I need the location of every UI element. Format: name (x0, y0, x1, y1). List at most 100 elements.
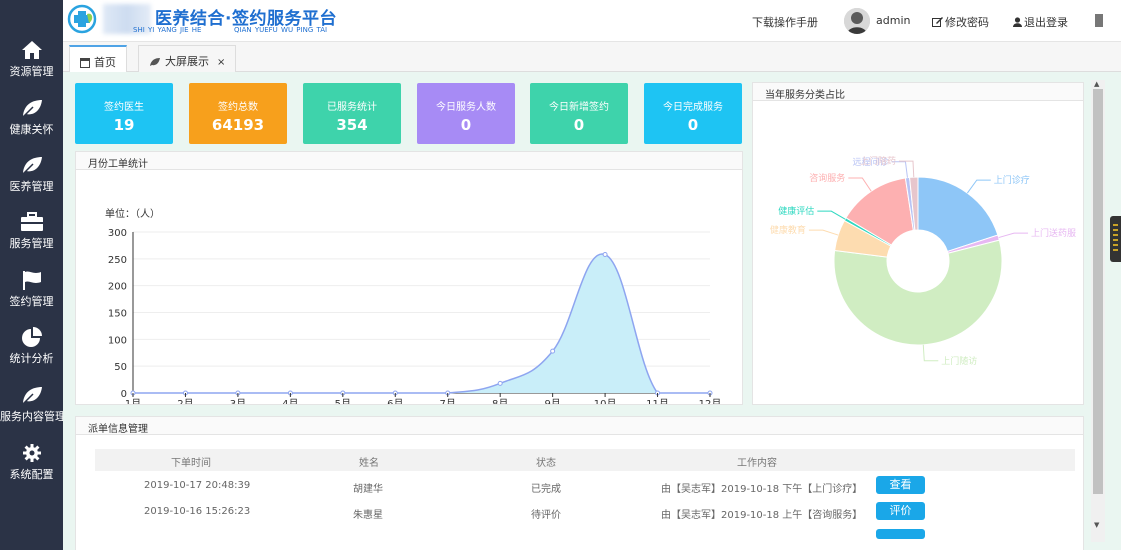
pie-label-line (817, 210, 846, 220)
patient-name: 朱惠星 (353, 510, 383, 521)
panel-title: 派单信息管理 (76, 417, 1083, 435)
flag-icon (22, 271, 41, 290)
x-tick-label: 4月 (282, 398, 298, 404)
pie-label: 咨询服务 (809, 172, 845, 184)
y-tick-label: 50 (114, 362, 127, 373)
data-point (550, 348, 556, 354)
stat-value: 64193 (211, 116, 265, 134)
sidebar-item-health-care[interactable]: 健康关怀 (0, 98, 63, 154)
sidebar-item-service[interactable]: 服务管理 (0, 212, 63, 268)
download-manual-link[interactable]: 下载操作手册 (752, 14, 818, 30)
x-tick-label: 5月 (335, 398, 351, 404)
row-action-button[interactable] (876, 529, 925, 539)
edit-icon (932, 17, 943, 27)
sidebar-item-system[interactable]: 系统配置 (0, 443, 63, 499)
panel-title: 月份工单统计 (76, 152, 742, 170)
pie-label-line (922, 344, 939, 362)
stat-card-today-served: 今日服务人数 0 (417, 83, 515, 144)
change-password-link[interactable]: 修改密码 (932, 14, 989, 30)
top-header: 医养结合·签约服务平台 SHI YI YANG JIE HE QIAN YUEF… (63, 0, 1121, 42)
order-status: 待评价 (531, 510, 561, 521)
close-icon[interactable]: × (217, 57, 225, 68)
monthly-orders-panel: 月份工单统计 单位：（人） 050100150200250300 1月2月3月4… (75, 151, 743, 410)
x-tick-label: 12月 (699, 398, 722, 404)
stat-value: 0 (687, 116, 699, 134)
order-status: 已完成 (531, 484, 561, 495)
x-tick-label: 11月 (646, 398, 669, 404)
stat-card-today-new-contracts: 今日新增签约 0 (530, 83, 628, 144)
order-time: 2019-10-17 20:48:39 (144, 480, 251, 491)
pie-label-line (848, 177, 872, 192)
y-tick-label: 250 (108, 255, 127, 266)
rate-button[interactable]: 评价 (876, 502, 925, 520)
x-tick-label: 3月 (230, 398, 246, 404)
user-avatar-icon (844, 8, 870, 34)
stat-title: 今日新增签约 (549, 102, 609, 113)
x-tick-label: 7月 (440, 398, 456, 404)
sidebar-item-label: 资源管理 (9, 65, 54, 78)
x-tick-label: 6月 (387, 398, 403, 404)
window-icon (80, 58, 90, 68)
tab-label: 首页 (94, 56, 116, 69)
pie-label: 健康教育 (770, 224, 806, 236)
stat-card-doctors: 签约医生 19 (75, 83, 173, 144)
stat-value: 0 (460, 116, 472, 134)
stat-value: 19 (113, 116, 135, 134)
chart-unit-label: 单位：（人） (105, 207, 160, 220)
data-point (602, 252, 608, 258)
avatar[interactable] (844, 8, 870, 34)
sidebar-item-contract[interactable]: 签约管理 (0, 270, 63, 326)
tab-big-screen[interactable]: 大屏展示 × (138, 45, 237, 72)
stat-title: 今日完成服务 (663, 102, 723, 113)
stat-title: 今日服务人数 (436, 102, 496, 113)
x-tick-label: 8月 (492, 398, 508, 404)
sidebar: 资源管理 健康关怀 医养管理 服务管理 签约管理 统计分析 服务内容管理 系统配… (0, 0, 66, 550)
column-header: 状态 (536, 458, 556, 469)
sidebar-item-label: 服务管理 (9, 237, 54, 250)
logo-icon (67, 4, 97, 34)
work-content: 由【吴志军】2019-10-18 上午【咨询服务】 (661, 510, 863, 521)
sidebar-item-label: 服务内容管理 (0, 410, 66, 423)
side-panel-handle[interactable] (1110, 216, 1121, 262)
x-tick-label: 2月 (177, 398, 193, 404)
scroll-down-icon[interactable]: ▼ (1094, 521, 1099, 529)
tab-label: 大屏展示 (165, 55, 209, 68)
tab-home[interactable]: 首页 (69, 45, 127, 73)
scroll-up-icon[interactable]: ▲ (1094, 80, 1099, 88)
stat-value: 0 (573, 116, 585, 134)
pie-chart-icon (21, 327, 42, 347)
panel-title: 当年服务分类占比 (753, 83, 1083, 101)
scrollbar-thumb[interactable] (1093, 89, 1103, 494)
sidebar-item-medical-care[interactable]: 医养管理 (0, 155, 63, 211)
pie-label-line (966, 179, 991, 194)
y-tick-label: 200 (108, 282, 127, 293)
pie-label: 上门随访 (941, 355, 977, 367)
volume-icon[interactable] (1095, 14, 1103, 27)
gear-icon (22, 444, 41, 462)
service-category-pie: 上门诊疗上门送药服上门随访健康教育健康评估咨询服务远程问诊上门陪药 (770, 155, 1076, 367)
column-header: 工作内容 (737, 458, 777, 469)
pie-label-line (808, 229, 839, 236)
column-header: 姓名 (359, 458, 379, 469)
stat-card-today-completed: 今日完成服务 0 (644, 83, 742, 144)
table-header (95, 449, 1075, 471)
sidebar-item-service-content[interactable]: 服务内容管理 (0, 385, 66, 441)
leaf-icon (21, 157, 42, 175)
sidebar-item-statistics[interactable]: 统计分析 (0, 327, 63, 383)
x-tick-label: 10月 (594, 398, 617, 404)
order-time: 2019-10-16 15:26:23 (144, 506, 251, 517)
main-content: 签约医生 19 签约总数 64193 已服务统计 354 今日服务人数 0 今日… (63, 72, 1121, 550)
monthly-orders-chart: 单位：（人） 050100150200250300 1月2月3月4月5月6月7月… (105, 207, 722, 410)
pie-label: 上门诊疗 (994, 174, 1030, 186)
column-header: 下单时间 (171, 458, 211, 469)
stat-title: 签约总数 (218, 102, 258, 113)
sidebar-item-label: 签约管理 (9, 295, 54, 308)
view-button[interactable]: 查看 (876, 476, 925, 494)
stat-title: 签约医生 (104, 102, 144, 113)
y-tick-label: 150 (108, 309, 127, 320)
logout-link[interactable]: 退出登录 (1013, 14, 1068, 30)
data-point (497, 380, 503, 386)
sidebar-item-label: 系统配置 (9, 468, 54, 481)
sidebar-item-resource[interactable]: 资源管理 (0, 40, 63, 96)
change-password-label: 修改密码 (945, 16, 989, 29)
